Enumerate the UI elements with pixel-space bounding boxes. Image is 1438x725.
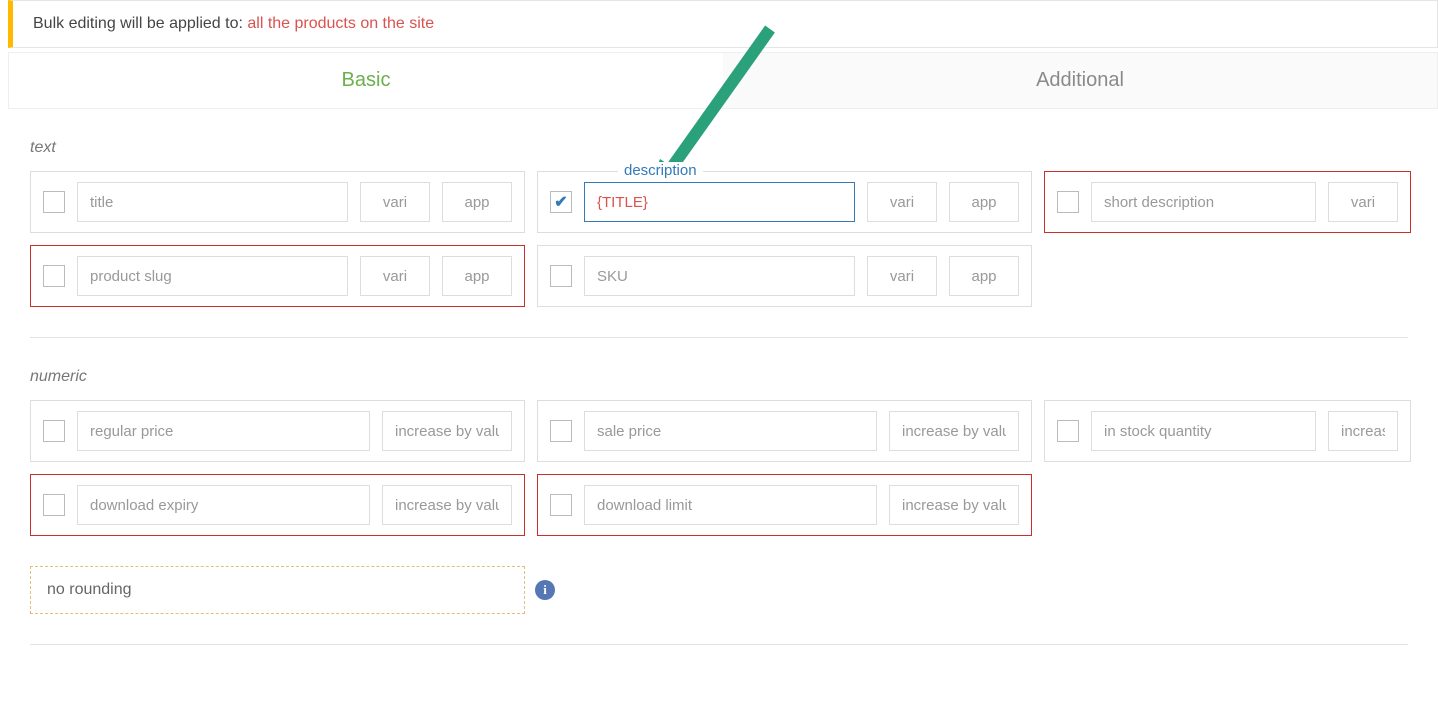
input-in-stock[interactable]: [1091, 411, 1316, 451]
modifier-in-stock[interactable]: [1328, 411, 1398, 451]
input-sku[interactable]: [584, 256, 855, 296]
checkbox-description[interactable]: [550, 191, 572, 213]
checkbox-download-limit[interactable]: [550, 494, 572, 516]
app-button[interactable]: app: [442, 256, 512, 296]
modifier-sale-price[interactable]: [889, 411, 1019, 451]
input-description[interactable]: [584, 182, 855, 222]
field-download-limit: [537, 474, 1032, 536]
section-divider-bottom: [30, 644, 1408, 645]
vari-button[interactable]: vari: [360, 182, 430, 222]
checkbox-sale-price[interactable]: [550, 420, 572, 442]
section-label-numeric: numeric: [30, 368, 1408, 386]
checkbox-title[interactable]: [43, 191, 65, 213]
input-sale-price[interactable]: [584, 411, 877, 451]
checkbox-sku[interactable]: [550, 265, 572, 287]
modifier-regular-price[interactable]: [382, 411, 512, 451]
checkbox-short-description[interactable]: [1057, 191, 1079, 213]
bulk-notice: Bulk editing will be applied to: all the…: [8, 0, 1438, 48]
vari-button[interactable]: vari: [867, 182, 937, 222]
vari-button[interactable]: vari: [867, 256, 937, 296]
vari-button[interactable]: vari: [1328, 182, 1398, 222]
field-title: vari app: [30, 171, 525, 233]
tab-basic[interactable]: Basic: [9, 53, 723, 108]
field-short-description: vari: [1044, 171, 1411, 233]
checkbox-product-slug[interactable]: [43, 265, 65, 287]
section-divider: [30, 337, 1408, 338]
notice-target: all the products on the site: [247, 15, 434, 32]
checkbox-download-expiry[interactable]: [43, 494, 65, 516]
field-in-stock: [1044, 400, 1411, 462]
modifier-download-expiry[interactable]: [382, 485, 512, 525]
input-regular-price[interactable]: [77, 411, 370, 451]
app-button[interactable]: app: [442, 182, 512, 222]
input-product-slug[interactable]: [77, 256, 348, 296]
vari-button[interactable]: vari: [360, 256, 430, 296]
input-download-expiry[interactable]: [77, 485, 370, 525]
app-button[interactable]: app: [949, 182, 1019, 222]
basic-panel: text vari app description vari app vari …: [0, 109, 1438, 685]
field-sku: vari app: [537, 245, 1032, 307]
notice-prefix: Bulk editing will be applied to:: [33, 15, 247, 32]
input-title[interactable]: [77, 182, 348, 222]
info-icon[interactable]: i: [535, 580, 555, 600]
modifier-download-limit[interactable]: [889, 485, 1019, 525]
field-sale-price: [537, 400, 1032, 462]
checkbox-in-stock[interactable]: [1057, 420, 1079, 442]
app-button[interactable]: app: [949, 256, 1019, 296]
field-product-slug: vari app: [30, 245, 525, 307]
checkbox-regular-price[interactable]: [43, 420, 65, 442]
tab-additional[interactable]: Additional: [723, 53, 1437, 108]
float-label-description: description: [618, 162, 703, 179]
tab-bar: Basic Additional: [8, 52, 1438, 109]
input-short-description[interactable]: [1091, 182, 1316, 222]
field-description: description vari app: [537, 171, 1032, 233]
rounding-select[interactable]: no rounding: [30, 566, 525, 614]
field-regular-price: [30, 400, 525, 462]
input-download-limit[interactable]: [584, 485, 877, 525]
field-download-expiry: [30, 474, 525, 536]
section-label-text: text: [30, 139, 1408, 157]
